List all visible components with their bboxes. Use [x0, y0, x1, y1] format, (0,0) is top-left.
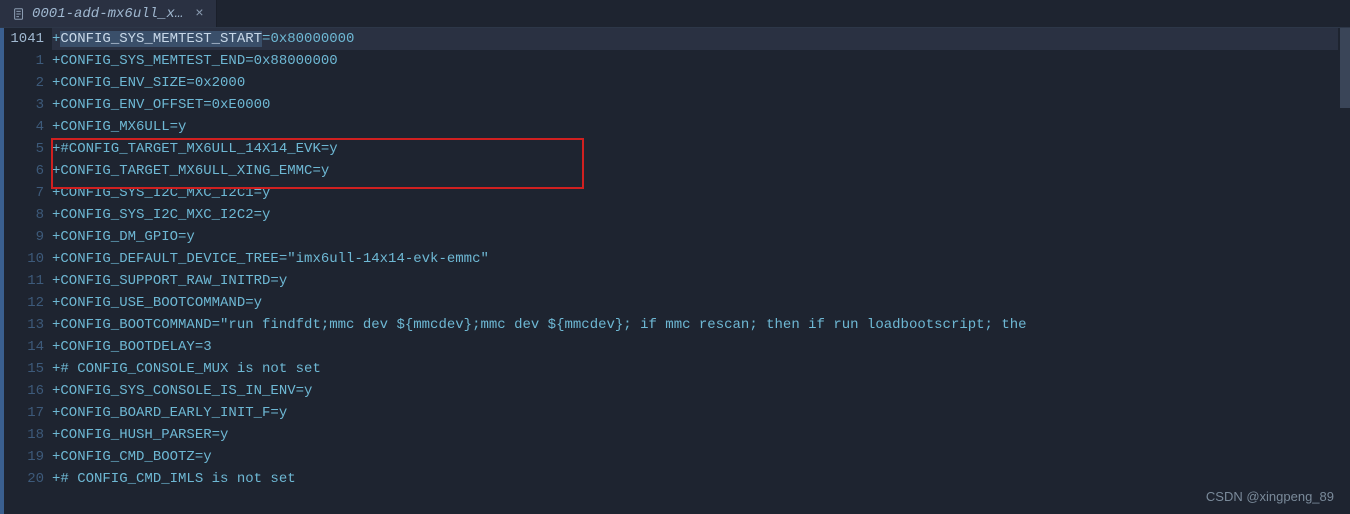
code-line[interactable]: +CONFIG_DM_GPIO=y	[52, 226, 1350, 248]
code-line[interactable]: +CONFIG_HUSH_PARSER=y	[52, 424, 1350, 446]
line-number: 9	[4, 226, 44, 248]
scrollbar-thumb[interactable]	[1340, 28, 1350, 108]
code-line[interactable]: +CONFIG_DEFAULT_DEVICE_TREE="imx6ull-14x…	[52, 248, 1350, 270]
line-number: 16	[4, 380, 44, 402]
line-number: 14	[4, 336, 44, 358]
line-number: 4	[4, 116, 44, 138]
code-line[interactable]: +# CONFIG_CONSOLE_MUX is not set	[52, 358, 1350, 380]
scrollbar[interactable]	[1338, 28, 1350, 514]
code-line[interactable]: +CONFIG_SYS_I2C_MXC_I2C1=y	[52, 182, 1350, 204]
code-line[interactable]: +CONFIG_SUPPORT_RAW_INITRD=y	[52, 270, 1350, 292]
line-number: 8	[4, 204, 44, 226]
file-icon	[12, 7, 26, 21]
file-tab[interactable]: 0001-add-mx6ull_x… ×	[0, 0, 217, 27]
line-number: 17	[4, 402, 44, 424]
code-line[interactable]: +# CONFIG_CMD_IMLS is not set	[52, 468, 1350, 490]
close-icon[interactable]: ×	[195, 6, 203, 22]
line-number: 18	[4, 424, 44, 446]
line-number: 5	[4, 138, 44, 160]
editor: 10411234567891011121314151617181920 +CON…	[0, 28, 1350, 514]
line-number: 1041	[4, 28, 44, 50]
line-number: 1	[4, 50, 44, 72]
line-number: 12	[4, 292, 44, 314]
watermark: CSDN @xingpeng_89	[1206, 489, 1334, 504]
code-line[interactable]: +CONFIG_USE_BOOTCOMMAND=y	[52, 292, 1350, 314]
code-line[interactable]: +CONFIG_SYS_CONSOLE_IS_IN_ENV=y	[52, 380, 1350, 402]
code-line[interactable]: +CONFIG_ENV_OFFSET=0xE0000	[52, 94, 1350, 116]
code-line[interactable]: +CONFIG_SYS_I2C_MXC_I2C2=y	[52, 204, 1350, 226]
line-number: 13	[4, 314, 44, 336]
tab-filename: 0001-add-mx6ull_x…	[32, 6, 183, 22]
line-number: 7	[4, 182, 44, 204]
code-line[interactable]: +CONFIG_SYS_MEMTEST_START=0x80000000	[52, 28, 1350, 50]
code-line[interactable]: +CONFIG_TARGET_MX6ULL_XING_EMMC=y	[52, 160, 1350, 182]
line-number: 2	[4, 72, 44, 94]
code-line[interactable]: +CONFIG_MX6ULL=y	[52, 116, 1350, 138]
line-number: 15	[4, 358, 44, 380]
line-number: 3	[4, 94, 44, 116]
text-selection: CONFIG_SYS_MEMTEST_START	[60, 31, 262, 47]
line-number: 19	[4, 446, 44, 468]
code-line[interactable]: +CONFIG_BOOTCOMMAND="run findfdt;mmc dev…	[52, 314, 1350, 336]
code-line[interactable]: +CONFIG_BOARD_EARLY_INIT_F=y	[52, 402, 1350, 424]
line-number: 11	[4, 270, 44, 292]
code-area[interactable]: +CONFIG_SYS_MEMTEST_START=0x80000000+CON…	[52, 28, 1350, 514]
line-number-gutter: 10411234567891011121314151617181920	[4, 28, 52, 514]
tab-bar: 0001-add-mx6ull_x… ×	[0, 0, 1350, 28]
line-number: 10	[4, 248, 44, 270]
code-line[interactable]: +CONFIG_CMD_BOOTZ=y	[52, 446, 1350, 468]
code-line[interactable]: +CONFIG_SYS_MEMTEST_END=0x88000000	[52, 50, 1350, 72]
line-number: 6	[4, 160, 44, 182]
code-line[interactable]: +CONFIG_BOOTDELAY=3	[52, 336, 1350, 358]
line-number: 20	[4, 468, 44, 490]
code-line[interactable]: +#CONFIG_TARGET_MX6ULL_14X14_EVK=y	[52, 138, 1350, 160]
code-line[interactable]: +CONFIG_ENV_SIZE=0x2000	[52, 72, 1350, 94]
